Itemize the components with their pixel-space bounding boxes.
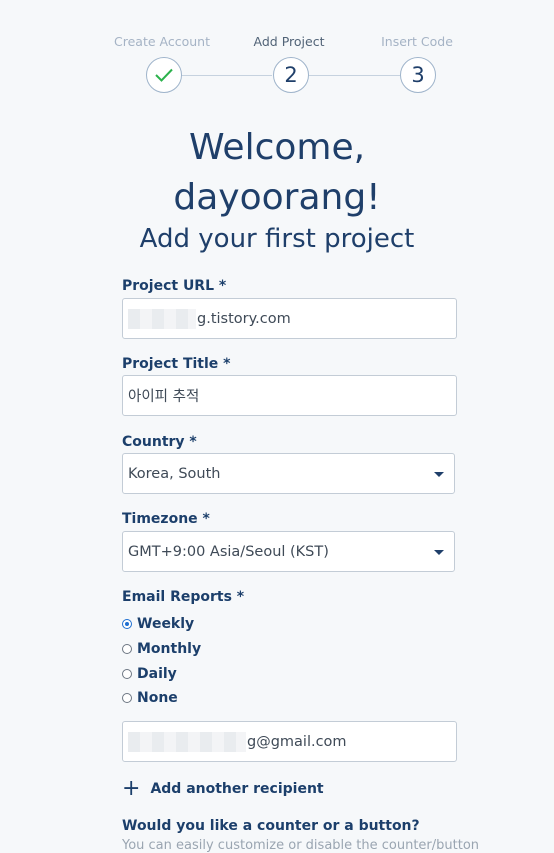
- step-circle-2: 2: [273, 57, 309, 93]
- radio-button-checked[interactable]: [122, 619, 132, 629]
- redacted-text: [128, 731, 246, 752]
- username-line: dayoorang!: [173, 177, 381, 218]
- country-select[interactable]: Korea, South: [122, 453, 455, 494]
- step-connector: [309, 75, 400, 76]
- add-recipient-button[interactable]: + Add another recipient: [122, 776, 324, 801]
- country-label: Country *: [122, 434, 197, 450]
- radio-label: None: [137, 690, 178, 706]
- dropdown-arrow-icon: [434, 550, 444, 555]
- timezone-value: GMT+9:00 Asia/Seoul (KST): [128, 543, 329, 560]
- progress-stepper: Create Account Add Project Insert Code 2…: [0, 0, 554, 100]
- step-circle-3: 3: [400, 57, 436, 93]
- recipient-email-input[interactable]: g@gmail.com: [122, 721, 457, 762]
- recipient-email-value: g@gmail.com: [247, 733, 347, 750]
- plus-icon: +: [122, 776, 141, 801]
- country-value: Korea, South: [128, 465, 221, 482]
- project-url-value: g.tistory.com: [197, 310, 291, 327]
- radio-button[interactable]: [122, 644, 132, 654]
- radio-button[interactable]: [122, 693, 132, 703]
- timezone-label: Timezone *: [122, 511, 210, 527]
- project-title-input[interactable]: 아이피 추적: [122, 375, 457, 416]
- step-label-add-project: Add Project: [253, 34, 325, 49]
- radio-label: Daily: [137, 666, 177, 682]
- welcome-line: Welcome,: [188, 127, 366, 168]
- radio-weekly[interactable]: Weekly: [122, 616, 194, 632]
- welcome-heading: Welcome, dayoorang!: [0, 125, 554, 221]
- step-circle-completed: [146, 57, 182, 93]
- step-label-create-account: Create Account: [114, 34, 210, 49]
- dropdown-arrow-icon: [434, 472, 444, 477]
- counter-question: Would you like a counter or a button?: [122, 818, 420, 834]
- timezone-select[interactable]: GMT+9:00 Asia/Seoul (KST): [122, 531, 455, 572]
- email-reports-label: Email Reports *: [122, 589, 245, 605]
- radio-monthly[interactable]: Monthly: [122, 641, 201, 657]
- redacted-text: [128, 308, 196, 329]
- radio-daily[interactable]: Daily: [122, 666, 177, 682]
- project-title-label: Project Title *: [122, 356, 231, 372]
- project-url-input[interactable]: g.tistory.com: [122, 298, 457, 339]
- project-title-value: 아이피 추적: [128, 389, 200, 405]
- step-label-insert-code: Insert Code: [381, 34, 453, 49]
- add-recipient-label: Add another recipient: [150, 781, 324, 797]
- step-connector: [181, 75, 272, 76]
- project-url-label: Project URL *: [122, 278, 227, 294]
- checkmark-icon: [154, 67, 174, 83]
- radio-none[interactable]: None: [122, 690, 178, 706]
- radio-label: Weekly: [137, 616, 195, 632]
- page-subtitle: Add your first project: [139, 224, 415, 254]
- radio-label: Monthly: [137, 641, 202, 657]
- radio-button[interactable]: [122, 669, 132, 679]
